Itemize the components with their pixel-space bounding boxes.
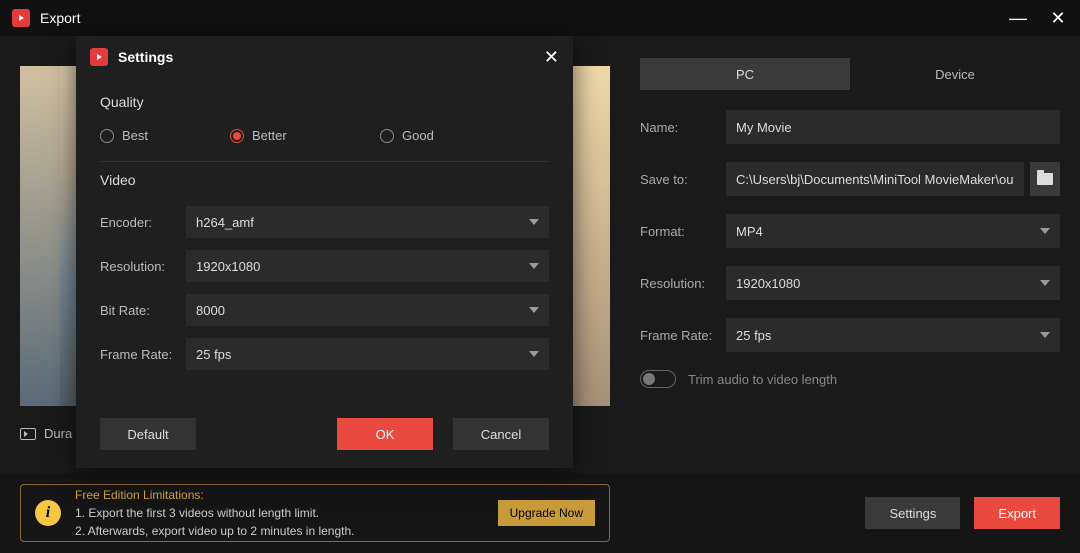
resolution-select[interactable]: 1920x1080 (726, 266, 1060, 300)
modal-resolution-value: 1920x1080 (196, 259, 260, 274)
export-button[interactable]: Export (974, 497, 1060, 529)
quality-good-radio[interactable]: Good (380, 128, 434, 143)
trim-audio-label: Trim audio to video length (688, 372, 837, 387)
encoder-value: h264_amf (196, 215, 254, 230)
modal-framerate-select[interactable]: 25 fps (186, 338, 549, 370)
radio-icon (100, 129, 114, 143)
tab-pc[interactable]: PC (640, 58, 850, 90)
divider (100, 161, 549, 162)
preview-strip-right (570, 66, 610, 406)
framerate-select[interactable]: 25 fps (726, 318, 1060, 352)
limitations-line2: 2. Afterwards, export video up to 2 minu… (75, 522, 498, 540)
window-title: Export (40, 10, 1008, 26)
tab-device[interactable]: Device (850, 58, 1060, 90)
titlebar: Export — ✕ (0, 0, 1080, 36)
dialog-header: Settings ✕ (76, 36, 573, 78)
format-select[interactable]: MP4 (726, 214, 1060, 248)
resolution-label: Resolution: (640, 276, 726, 291)
limitations-box: i Free Edition Limitations: 1. Export th… (20, 484, 610, 542)
radio-icon (380, 129, 394, 143)
limitations-title: Free Edition Limitations: (75, 486, 498, 504)
video-section-title: Video (100, 172, 549, 188)
chevron-down-icon (1040, 228, 1050, 234)
tab-row: PC Device (640, 58, 1060, 90)
encoder-label: Encoder: (100, 215, 186, 230)
quality-best-label: Best (122, 128, 148, 143)
trim-audio-toggle[interactable] (640, 370, 676, 388)
resolution-value: 1920x1080 (736, 276, 800, 291)
minimize-button[interactable]: — (1008, 8, 1028, 29)
modal-framerate-label: Frame Rate: (100, 347, 186, 362)
chevron-down-icon (529, 307, 539, 313)
saveto-label: Save to: (640, 172, 726, 187)
name-label: Name: (640, 120, 726, 135)
modal-resolution-select[interactable]: 1920x1080 (186, 250, 549, 282)
quality-section-title: Quality (100, 94, 549, 110)
encoder-select[interactable]: h264_amf (186, 206, 549, 238)
chevron-down-icon (529, 351, 539, 357)
dialog-title: Settings (118, 49, 544, 65)
quality-good-label: Good (402, 128, 434, 143)
modal-framerate-value: 25 fps (196, 347, 231, 362)
upgrade-button[interactable]: Upgrade Now (498, 500, 595, 526)
ok-button[interactable]: OK (337, 418, 433, 450)
format-value: MP4 (736, 224, 763, 239)
bitrate-value: 8000 (196, 303, 225, 318)
cancel-button[interactable]: Cancel (453, 418, 549, 450)
quality-better-radio[interactable]: Better (230, 128, 380, 143)
saveto-input[interactable] (726, 162, 1024, 196)
app-icon (12, 9, 30, 27)
limitations-text: Free Edition Limitations: 1. Export the … (75, 486, 498, 540)
quality-best-radio[interactable]: Best (100, 128, 230, 143)
chevron-down-icon (1040, 280, 1050, 286)
folder-icon (1037, 173, 1053, 185)
name-input[interactable] (726, 110, 1060, 144)
chevron-down-icon (529, 263, 539, 269)
limitations-line1: 1. Export the first 3 videos without len… (75, 504, 498, 522)
film-icon (20, 428, 36, 440)
framerate-label: Frame Rate: (640, 328, 726, 343)
browse-button[interactable] (1030, 162, 1060, 196)
default-button[interactable]: Default (100, 418, 196, 450)
close-button[interactable]: ✕ (1048, 8, 1068, 29)
bitrate-select[interactable]: 8000 (186, 294, 549, 326)
preview-strip-left (20, 66, 60, 406)
info-icon: i (35, 500, 61, 526)
quality-better-label: Better (252, 128, 287, 143)
bitrate-label: Bit Rate: (100, 303, 186, 318)
settings-dialog: Settings ✕ Quality Best Better Good Vide… (76, 36, 573, 468)
dialog-close-button[interactable]: ✕ (544, 47, 559, 68)
duration-row: Dura (20, 426, 72, 441)
framerate-value: 25 fps (736, 328, 771, 343)
duration-label: Dura (44, 426, 72, 441)
chevron-down-icon (1040, 332, 1050, 338)
format-label: Format: (640, 224, 726, 239)
footer: i Free Edition Limitations: 1. Export th… (0, 473, 1080, 553)
app-icon (90, 48, 108, 66)
export-panel: PC Device Name: Save to: Format: MP4 (640, 58, 1060, 388)
modal-resolution-label: Resolution: (100, 259, 186, 274)
settings-button[interactable]: Settings (865, 497, 960, 529)
chevron-down-icon (529, 219, 539, 225)
radio-icon (230, 129, 244, 143)
